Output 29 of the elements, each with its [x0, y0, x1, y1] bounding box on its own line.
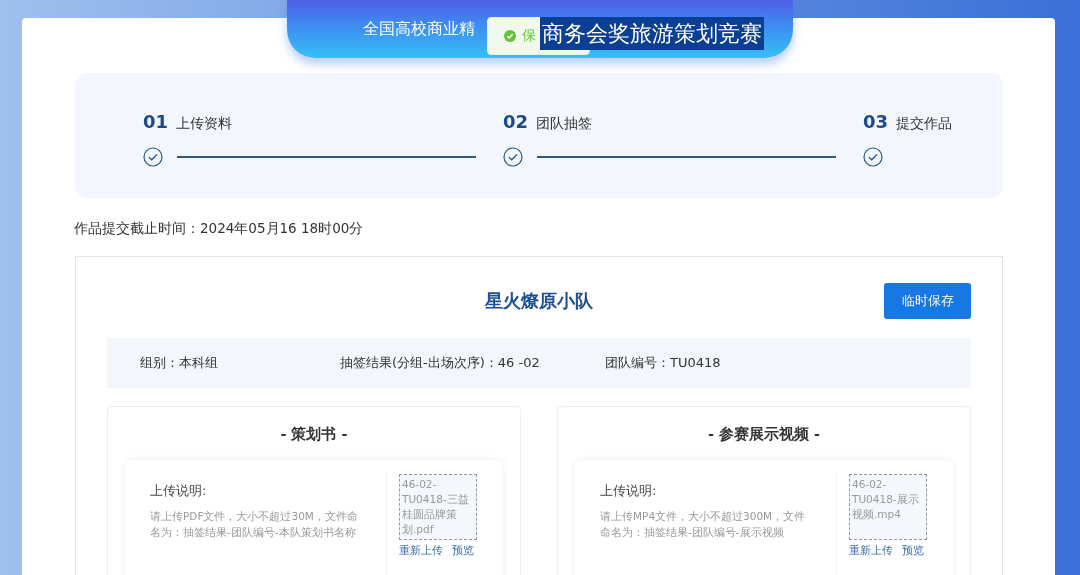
step-label: 提交作品: [896, 115, 953, 133]
reupload-link[interactable]: 重新上传: [849, 544, 893, 558]
check-circle-icon: [503, 147, 523, 167]
deadline-text: 作品提交截止时间：2024年05月16 18时00分: [74, 220, 365, 238]
instructions-label: 上传说明:: [600, 482, 658, 500]
instructions-text: 请上传PDF文件，大小不超过30M，文件命名为：抽签结果-团队编号-本队策划书名称: [150, 509, 359, 540]
upload-title: - 策划书 -: [279, 425, 349, 444]
step-number: 03: [863, 111, 889, 132]
info-text: 抽签结果(分组-出场次序)：46 -02: [340, 354, 541, 372]
step-label: 上传资料: [176, 115, 233, 133]
check-circle-icon: [863, 147, 883, 167]
info-text: 组别：本科组: [140, 354, 219, 372]
instructions-label: 上传说明:: [150, 482, 208, 500]
instructions-text: 请上传MP4文件，大小不超过300M，文件命名为：抽签结果-团队编号-展示视频: [600, 509, 807, 540]
check-icon: [504, 30, 516, 42]
info-text: 团队编号：TU0418: [605, 354, 722, 372]
step-number: 01: [143, 111, 169, 132]
upload-title: - 参赛展示视频 -: [706, 425, 822, 444]
reupload-link[interactable]: 重新上传: [399, 544, 443, 558]
toast-text: 保: [522, 27, 536, 45]
check-circle-icon: [143, 147, 163, 167]
preview-link[interactable]: 预览: [902, 544, 924, 558]
step-number: 02: [503, 111, 529, 132]
team-name: 星火燎原小队: [485, 289, 593, 313]
header-title: 全国高校商业精: [363, 18, 475, 40]
save-button[interactable]: 临时保存: [884, 283, 971, 319]
preview-link[interactable]: 预览: [452, 544, 474, 558]
step-label: 团队抽签: [536, 115, 593, 133]
overlay-caption: 商务会奖旅游策划竞赛: [540, 17, 764, 50]
